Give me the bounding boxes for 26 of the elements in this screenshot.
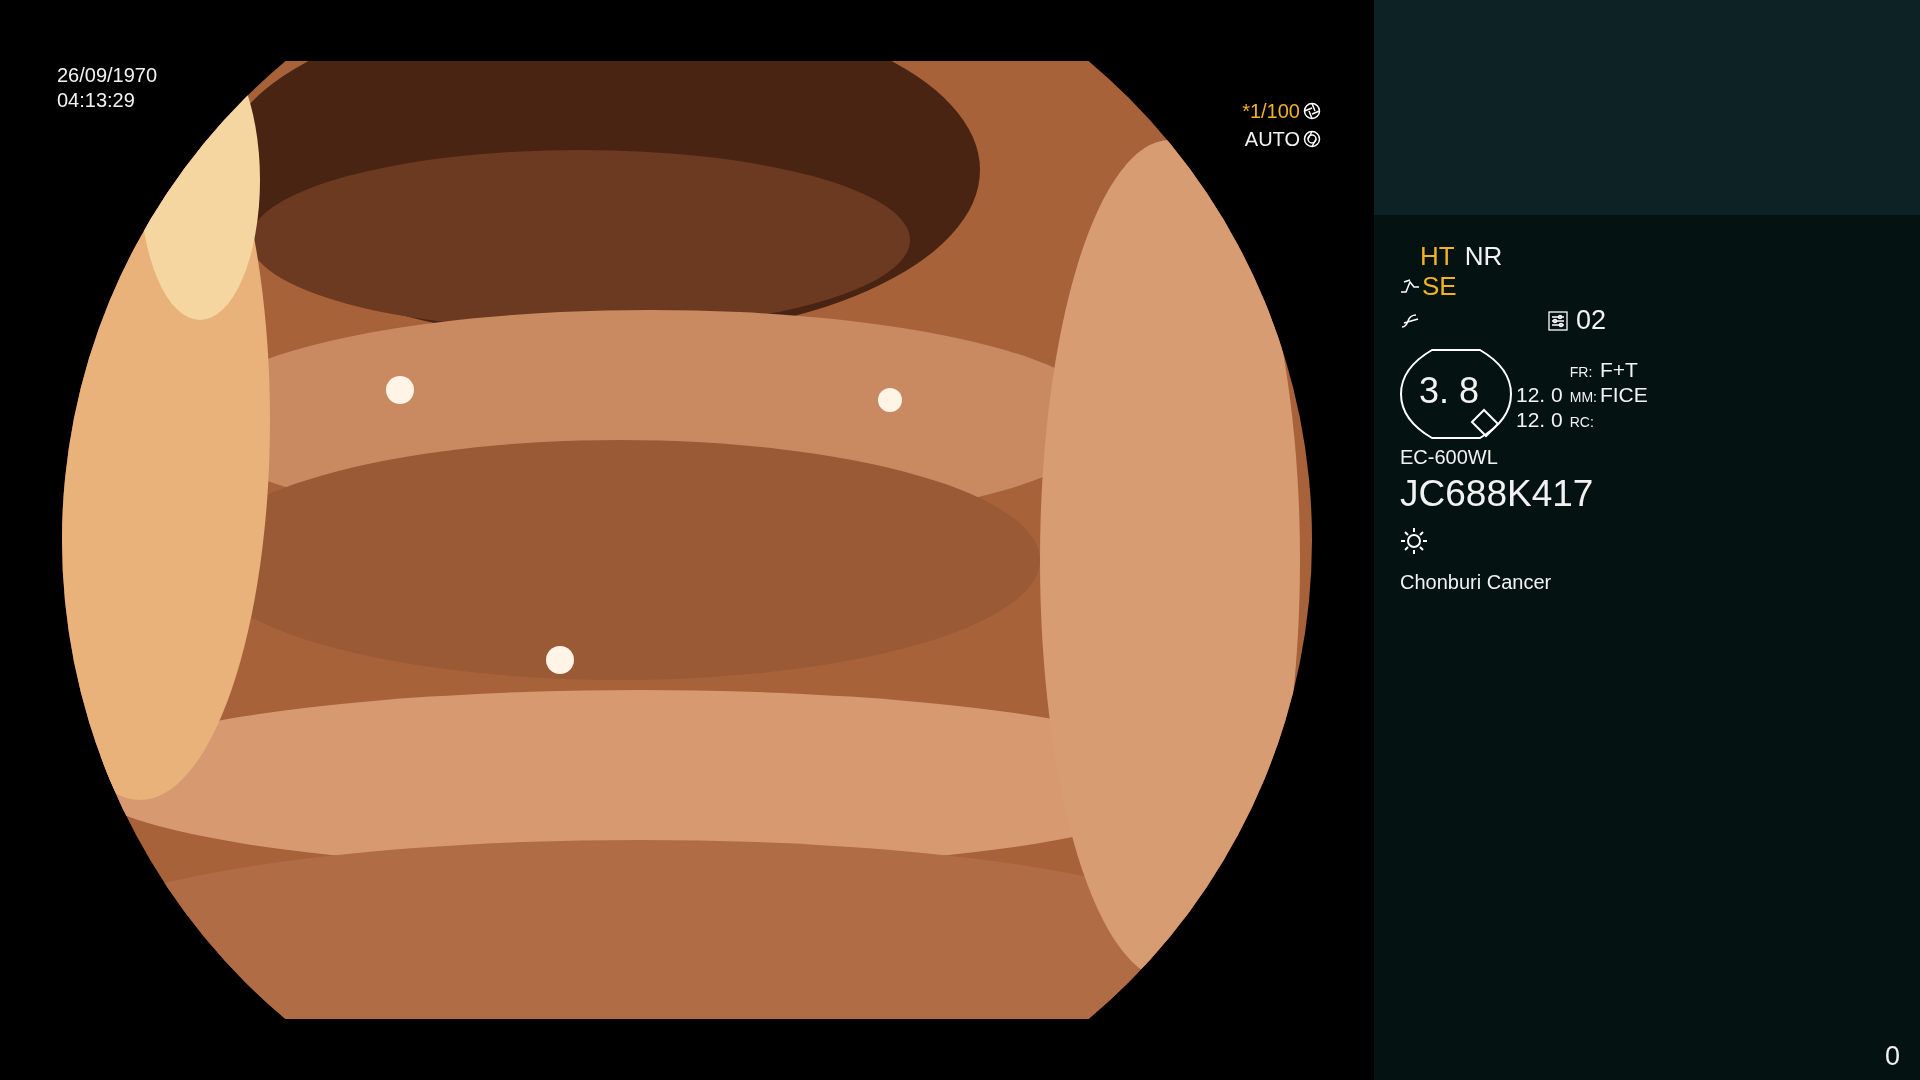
scope-model-text: EC-600WL — [1400, 446, 1499, 469]
institution-name: Chonburi Cancer — [1400, 571, 1553, 594]
date-text: 26/09/1970 — [57, 63, 158, 88]
zoom-value: 3. 8 — [1418, 370, 1479, 412]
mode-indicator: NR — [1464, 241, 1503, 271]
curve-icon — [1400, 278, 1420, 294]
sliders-icon — [1548, 310, 1568, 331]
aperture-icon — [1303, 130, 1321, 148]
lamp-icon — [1400, 527, 1428, 555]
field-label: FR: — [1569, 362, 1594, 382]
serial-number: JC688K417 — [1400, 473, 1595, 515]
preset-number: 02 — [1576, 305, 1607, 336]
time-text: 04:13:29 — [57, 88, 136, 113]
iris-mode-text: AUTO — [1244, 127, 1300, 151]
mode-indicator: HT — [1420, 241, 1455, 271]
field-value: FICE — [1599, 381, 1648, 407]
field-value: F+T — [1599, 356, 1639, 382]
field-label: MM: — [1569, 387, 1597, 407]
reading-value: 12. 0 — [1516, 381, 1563, 407]
field-label: RC: — [1569, 412, 1595, 432]
enhancement-indicator: SE — [1422, 271, 1457, 301]
aperture-icon — [1303, 102, 1321, 120]
zoom-gauge-icon — [1400, 348, 1512, 440]
shutter-speed-text: *1/100 — [1242, 99, 1300, 123]
reading-value: 12. 0 — [1516, 406, 1563, 432]
counter-number: 0 — [1884, 1041, 1900, 1072]
